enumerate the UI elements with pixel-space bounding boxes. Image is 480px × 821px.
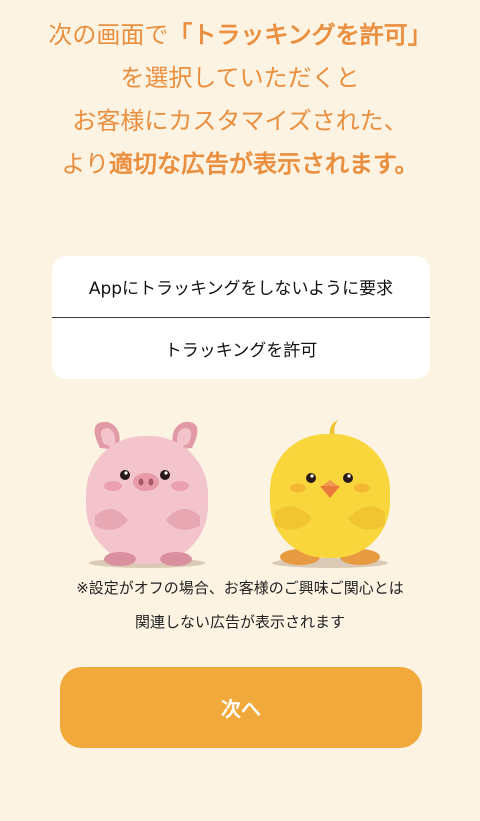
chick-character	[270, 420, 390, 568]
headline-line-3: お客様にカスタマイズされた、	[72, 107, 408, 135]
mascot-illustration	[0, 408, 480, 573]
headline-line-2: を選択していただくと	[120, 64, 360, 92]
ask-not-to-track-option[interactable]: Appにトラッキングをしないように要求	[52, 256, 430, 317]
pig-character	[86, 421, 208, 568]
headline-emphasis-ads: 適切な広告が表示されます。	[108, 150, 419, 178]
tracking-dialog-preview: Appにトラッキングをしないように要求 トラッキングを許可	[52, 256, 430, 379]
next-button[interactable]: 次へ	[60, 667, 422, 748]
headline: 次の画面で「トラッキングを許可」 を選択していただくと お客様にカスタマイズされ…	[0, 14, 480, 186]
disclaimer-line-1: ※設定がオフの場合、お客様のご興味ご関心とは	[76, 579, 404, 597]
headline-line-1: 次の画面で「トラッキングを許可」	[48, 21, 432, 49]
headline-line-4: より適切な広告が表示されます。	[61, 150, 419, 178]
disclaimer-note: ※設定がオフの場合、お客様のご興味ご関心とは 関連しない広告が表示されます	[0, 571, 480, 639]
headline-emphasis-allow-tracking: 「トラッキングを許可」	[168, 21, 432, 49]
allow-tracking-option[interactable]: トラッキングを許可	[52, 318, 430, 379]
disclaimer-line-2: 関連しない広告が表示されます	[134, 613, 345, 631]
